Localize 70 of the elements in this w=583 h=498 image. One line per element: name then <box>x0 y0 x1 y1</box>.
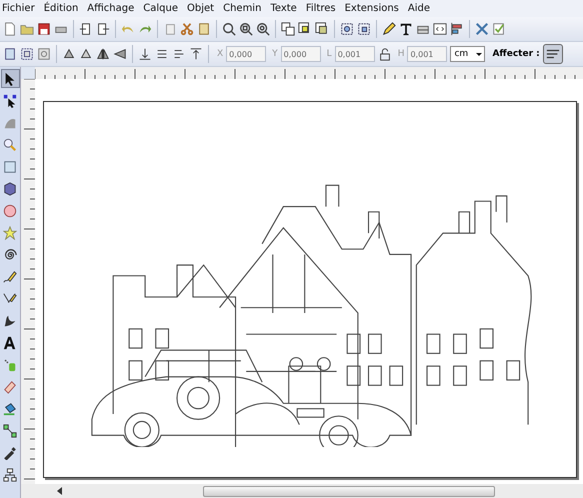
menu-item[interactable]: Fichier <box>2 3 35 14</box>
menu-item[interactable]: Aide <box>408 3 430 14</box>
field-label: H <box>398 49 404 59</box>
zoom-icon <box>3 138 17 152</box>
eyedropper-icon <box>3 446 17 460</box>
rectangle-icon <box>3 160 17 174</box>
new-document-icon[interactable] <box>3 22 17 36</box>
menu-item[interactable]: Affichage <box>87 3 134 14</box>
diagram-icon <box>3 468 17 482</box>
document-check-icon[interactable] <box>492 22 506 36</box>
star-icon <box>3 226 17 240</box>
unlink-clone-icon[interactable] <box>315 22 329 36</box>
connector-icon <box>3 424 17 438</box>
lower-icon[interactable] <box>155 47 169 61</box>
number-field[interactable]: 0,000 <box>226 46 266 62</box>
deselect-icon[interactable] <box>37 47 51 61</box>
node-arrow-icon <box>3 94 17 108</box>
circle-icon <box>3 204 17 218</box>
menu-item[interactable]: Édition <box>44 3 78 14</box>
clipboard-icon[interactable] <box>197 22 211 36</box>
calligraphy-pen-icon <box>3 314 17 328</box>
padlock-icon[interactable] <box>378 47 392 61</box>
zoom-icon[interactable] <box>239 22 253 36</box>
flip-horizontal-icon[interactable] <box>96 47 110 61</box>
ungroup-icon[interactable] <box>357 22 371 36</box>
raise-to-top-icon[interactable] <box>189 47 203 61</box>
menu-item[interactable]: Chemin <box>223 3 262 14</box>
scroll-left-icon[interactable] <box>57 487 63 495</box>
lower-to-bottom-icon[interactable] <box>138 47 152 61</box>
field-label: L <box>326 49 332 59</box>
group-icon[interactable] <box>340 22 354 36</box>
field-label: Y <box>272 49 278 59</box>
affect-label: Affecter : <box>492 49 540 59</box>
number-field[interactable]: 0,000 <box>280 46 321 62</box>
xml-editor-icon[interactable] <box>433 22 447 36</box>
unit-dropdown[interactable]: cm <box>450 46 486 62</box>
text-a-icon <box>3 336 17 350</box>
menu-item[interactable]: Filtres <box>306 3 336 14</box>
scissors-icon[interactable] <box>180 22 194 36</box>
menu-item[interactable]: Objet <box>187 3 214 14</box>
pen-nib-icon <box>3 292 17 306</box>
text-t-icon[interactable] <box>399 22 413 36</box>
zoom-icon[interactable] <box>222 22 236 36</box>
export-icon[interactable] <box>96 22 110 36</box>
zoom-icon[interactable] <box>256 22 270 36</box>
eraser-icon <box>3 380 17 394</box>
number-field[interactable]: 0,001 <box>407 46 448 62</box>
duplicate-icon[interactable] <box>281 22 295 36</box>
import-icon[interactable] <box>79 22 93 36</box>
menu-item[interactable]: Extensions <box>344 3 399 14</box>
pen-edit-icon[interactable] <box>382 22 396 36</box>
clone-icon[interactable] <box>298 22 312 36</box>
menu-item[interactable]: Texte <box>270 3 297 14</box>
select-all-layers-icon[interactable] <box>20 47 34 61</box>
pencil-icon <box>3 270 17 284</box>
save-icon[interactable] <box>37 22 51 36</box>
tool-button[interactable] <box>0 69 20 88</box>
number-field[interactable]: 0,001 <box>334 46 375 62</box>
menu-item[interactable]: Calque <box>143 3 178 14</box>
field-label: X <box>217 49 224 59</box>
scale-stroke-button[interactable] <box>542 44 563 64</box>
cube-icon <box>3 182 17 196</box>
spiral-icon <box>3 248 17 262</box>
select-all-icon[interactable] <box>3 47 17 61</box>
spray-can-icon <box>3 358 17 372</box>
lines-icon <box>546 47 560 61</box>
align-icon[interactable] <box>450 22 464 36</box>
paint-bucket-icon <box>3 402 17 416</box>
scrollbar-thumb[interactable] <box>203 486 495 496</box>
arrow-pointer-icon <box>3 72 17 86</box>
